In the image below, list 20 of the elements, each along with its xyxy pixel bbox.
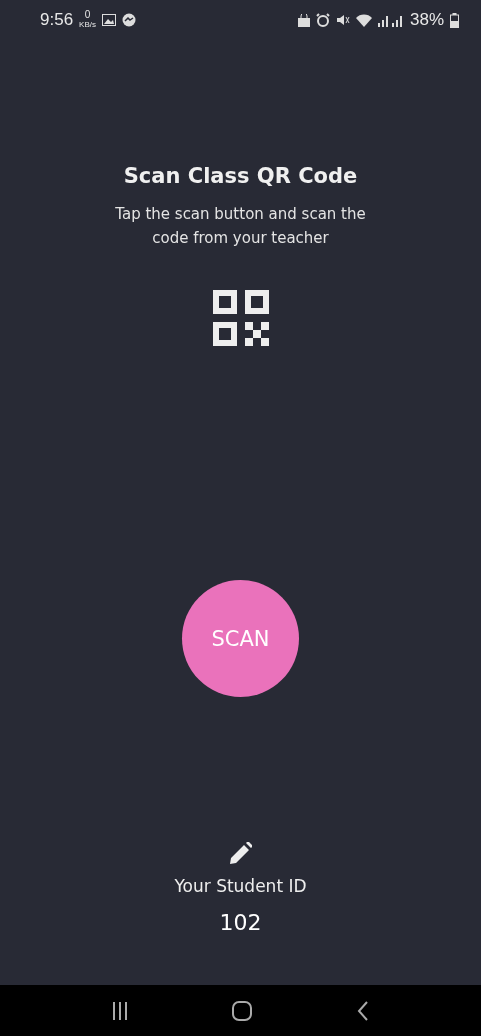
recent-apps-icon[interactable] [112,1001,129,1020]
pencil-icon[interactable] [229,842,252,864]
image-icon [102,14,116,26]
home-icon[interactable] [232,1000,253,1021]
student-id-value: 102 [219,910,262,935]
mute-icon [335,13,350,27]
battery-percent: 38% [409,10,444,30]
chat-bubble-icon [122,13,136,27]
screen-title: Scan Class QR Code [123,164,358,188]
qr-code-icon [212,290,269,346]
alarm-icon [315,13,330,27]
student-id-label: Your Student ID [174,876,307,896]
battery-icon [450,12,459,28]
scan-button[interactable]: SCAN [182,580,299,697]
back-icon[interactable] [356,1000,369,1021]
network-speed: 0 KB/s [79,10,96,30]
signal-icon [377,13,404,27]
wifi-icon [355,13,372,27]
instructions-text: Tap the scan button and scan the code from your teacher [114,204,367,249]
clock: 9:56 [40,10,74,30]
